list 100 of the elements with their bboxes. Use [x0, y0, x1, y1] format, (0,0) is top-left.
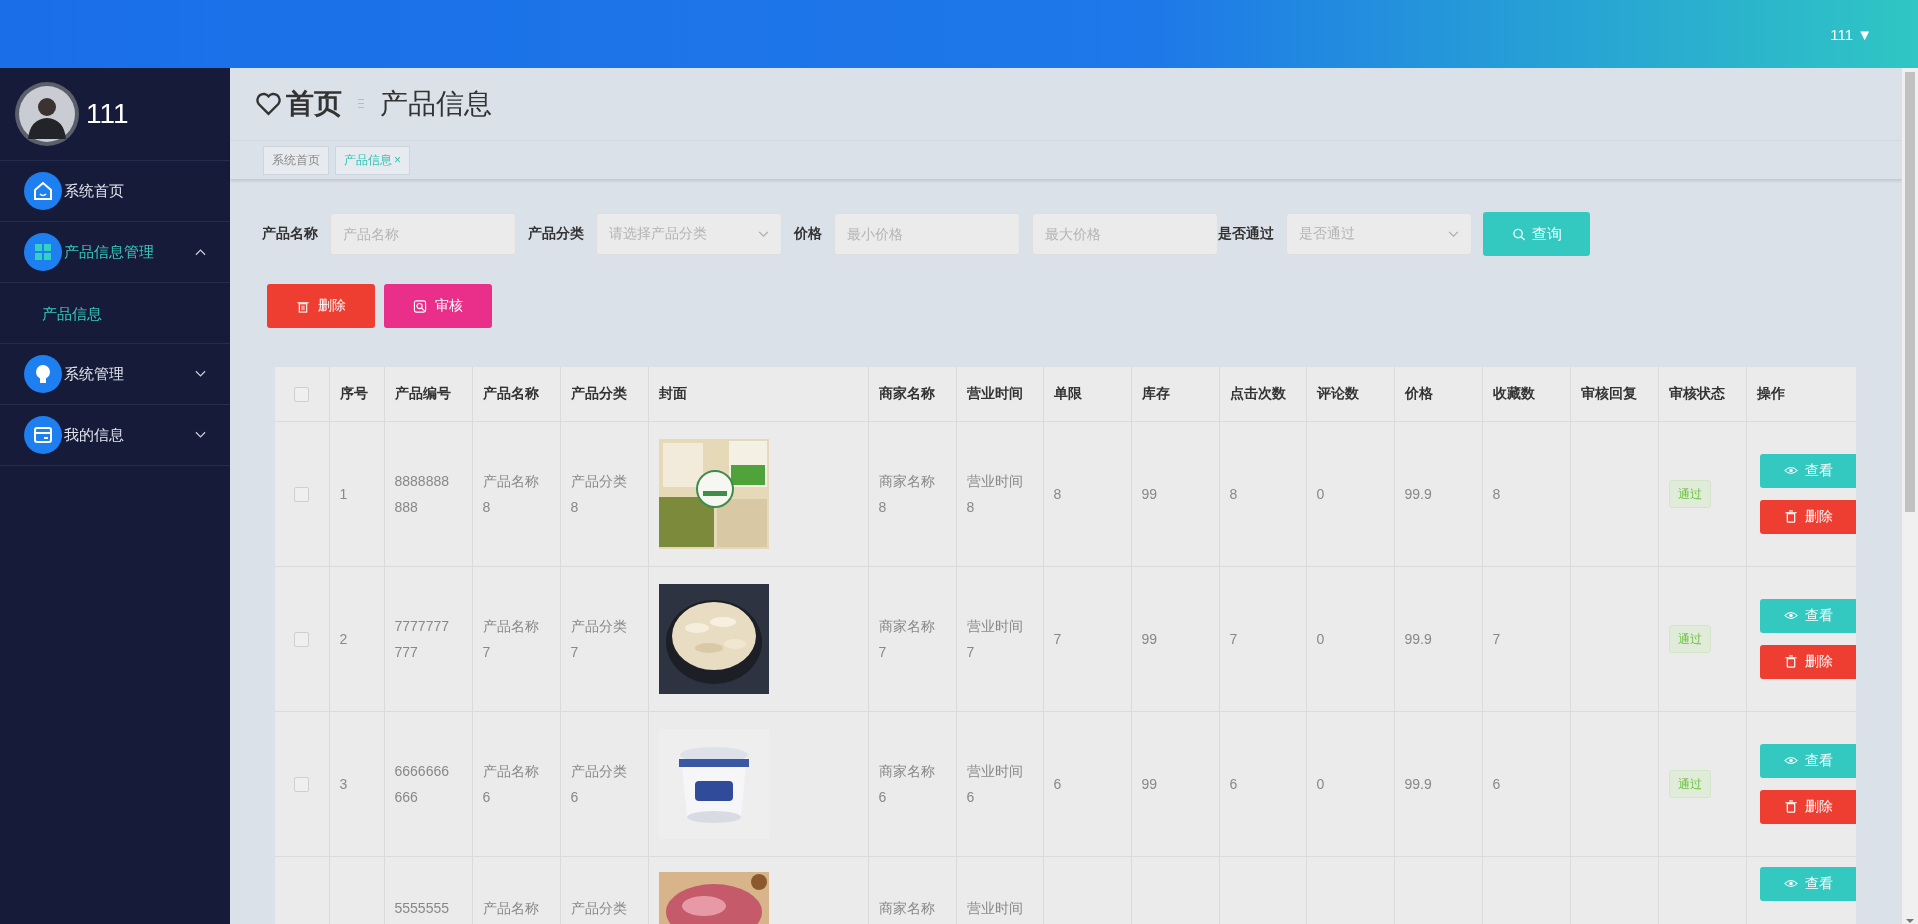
- trash-icon: [1783, 800, 1798, 813]
- table-cell: 6: [1229, 775, 1238, 792]
- lightbulb-icon: [24, 355, 62, 393]
- table-cell: 0: [1316, 775, 1325, 792]
- delete-button[interactable]: 删除: [1759, 499, 1856, 534]
- column-header: 收藏数: [1492, 384, 1535, 401]
- filter-label: 价格: [794, 225, 822, 243]
- column-header: 审核回复: [1580, 384, 1637, 401]
- table-cell: 产品名称6: [482, 762, 539, 805]
- home-icon: [24, 172, 62, 210]
- menu-item[interactable]: 系统管理: [0, 344, 230, 405]
- eye-icon: [1783, 464, 1798, 477]
- avatar: [14, 81, 80, 147]
- page-tab[interactable]: 系统首页: [263, 145, 329, 175]
- column-header: 评论数: [1316, 384, 1359, 401]
- trash-icon: [296, 299, 310, 313]
- table-cell: 3: [339, 775, 348, 792]
- scrollbar[interactable]: [1902, 68, 1918, 924]
- column-header: 序号: [339, 384, 368, 401]
- table-cell: 99.9: [1404, 485, 1432, 502]
- column-header: 操作: [1756, 384, 1785, 401]
- table-cell: 99: [1141, 630, 1158, 647]
- column-header: 单限: [1053, 384, 1082, 401]
- table-cell: 产品分类: [570, 899, 627, 916]
- status-tag: 通过: [1668, 624, 1711, 653]
- heart-icon: [255, 92, 282, 116]
- delete-button[interactable]: 删除: [1759, 644, 1856, 679]
- dropdown-caret-icon: [758, 230, 769, 238]
- breadcrumb-home[interactable]: 首页: [286, 85, 342, 123]
- table-cell: 8: [1492, 485, 1501, 502]
- view-button[interactable]: 查看: [1759, 743, 1856, 778]
- delete-button[interactable]: 删除: [267, 284, 375, 328]
- column-header: 封面: [658, 384, 687, 401]
- table-cell: 商家名称7: [878, 617, 935, 660]
- table-cell: 营业时间7: [966, 617, 1023, 660]
- table-cell: 6: [1492, 775, 1501, 792]
- delete-button[interactable]: 删除: [1759, 789, 1856, 824]
- column-header: 点击次数: [1229, 384, 1286, 401]
- table-cell: 产品分类8: [570, 472, 627, 515]
- table-cell: 6: [1053, 775, 1062, 792]
- table-cell: 99: [1141, 485, 1158, 502]
- row-checkbox[interactable]: [294, 777, 310, 793]
- menu-item[interactable]: 我的信息: [0, 405, 230, 466]
- table-cell: 营业时间8: [966, 472, 1023, 515]
- table-cell: 5555555: [394, 899, 449, 916]
- filter-label: 是否通过: [1218, 225, 1274, 243]
- table-cell: 产品名称8: [482, 472, 539, 515]
- table-cell: 6666666666: [394, 762, 449, 805]
- table-cell: 产品名称: [482, 899, 539, 916]
- table-cell: 7: [1492, 630, 1501, 647]
- table-cell: 99: [1141, 775, 1158, 792]
- card-icon: [24, 416, 62, 454]
- table-cell: 产品名称7: [482, 617, 539, 660]
- table-cell: 营业时间6: [966, 762, 1023, 805]
- table-cell: 产品分类7: [570, 617, 627, 660]
- column-header: 库存: [1141, 384, 1170, 401]
- table-cell: 99.9: [1404, 630, 1432, 647]
- filter-label: 产品名称: [262, 225, 318, 243]
- filter-label: 产品分类: [528, 225, 584, 243]
- search-icon: [1511, 227, 1526, 241]
- table-cell: 0: [1316, 485, 1325, 502]
- dropdown-caret-icon: [1448, 230, 1459, 238]
- table-cell: 营业时间: [966, 899, 1023, 916]
- column-header: 审核状态: [1668, 384, 1725, 401]
- menu-item[interactable]: 系统首页: [0, 161, 230, 222]
- table-cell: 7777777777: [394, 617, 449, 660]
- eye-icon: [1783, 609, 1798, 622]
- view-button[interactable]: 查看: [1759, 866, 1856, 901]
- row-checkbox[interactable]: [294, 632, 310, 648]
- table-cell: 2: [339, 630, 348, 647]
- search-button[interactable]: 查询: [1483, 212, 1590, 256]
- trash-icon: [1783, 510, 1798, 523]
- view-button[interactable]: 查看: [1759, 453, 1856, 488]
- user-name: 111: [86, 98, 129, 130]
- view-button[interactable]: 查看: [1759, 598, 1856, 633]
- table-cell: 商家名称8: [878, 472, 935, 515]
- table-cell: 8888888888: [394, 472, 449, 515]
- trash-icon: [1783, 655, 1798, 668]
- table-cell: 商家名称: [878, 899, 935, 916]
- audit-button[interactable]: 审核: [384, 284, 492, 328]
- eye-icon: [1783, 754, 1798, 767]
- user-menu[interactable]: 111 ▼: [1830, 25, 1872, 43]
- eye-icon: [1783, 877, 1798, 890]
- table-cell: 99.9: [1404, 775, 1432, 792]
- column-header: 产品编号: [394, 384, 451, 401]
- row-checkbox[interactable]: [294, 487, 310, 503]
- menu-item[interactable]: 产品信息管理: [0, 222, 230, 283]
- magnifier-icon: [413, 299, 427, 313]
- table-cell: 8: [1053, 485, 1062, 502]
- column-header: 价格: [1404, 384, 1433, 401]
- column-header: 产品名称: [482, 384, 539, 401]
- table-cell: 商家名称6: [878, 762, 935, 805]
- grid-icon: [24, 233, 62, 271]
- status-tag: 通过: [1668, 479, 1711, 508]
- breadcrumb-current: 产品信息: [380, 87, 492, 121]
- table-cell: 1: [339, 485, 348, 502]
- table-cell: 产品分类6: [570, 762, 627, 805]
- table-cell: 8: [1229, 485, 1238, 502]
- select-all-checkbox[interactable]: [294, 387, 310, 403]
- column-header: 商家名称: [878, 384, 935, 401]
